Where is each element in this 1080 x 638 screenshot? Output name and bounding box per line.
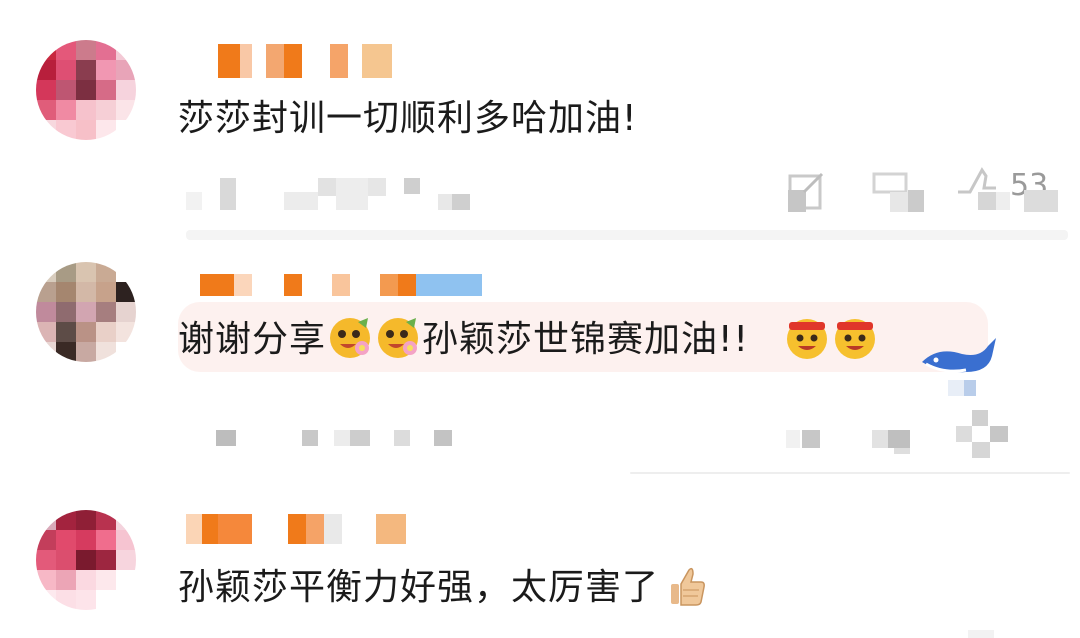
comment-meta-blurred — [186, 178, 486, 210]
cheer-headband-emoji-icon — [785, 316, 829, 360]
comment-2: 谢谢分享 孙颖莎世锦赛加油!! — [0, 240, 1080, 480]
comment-icon[interactable] — [872, 172, 928, 212]
avatar[interactable] — [36, 40, 136, 140]
cheer-headband-emoji-icon — [833, 316, 877, 360]
comment-1: 莎莎封训一切顺利多哈加油! 53 — [0, 0, 1080, 240]
comment-text-main: 孙颖莎平衡力好强，太厉害了 — [178, 567, 660, 608]
avatar[interactable] — [36, 510, 136, 610]
divider — [186, 230, 1068, 240]
share-icon[interactable] — [784, 424, 824, 454]
comment-meta-blurred — [216, 430, 476, 460]
username-blurred[interactable] — [186, 514, 406, 544]
username-blurred[interactable] — [218, 44, 392, 78]
happy-flower-emoji-icon — [376, 316, 420, 360]
comment-text-a: 谢谢分享 — [178, 319, 327, 360]
comment-text: 孙颖莎平衡力好强，太厉害了 — [178, 564, 711, 610]
comment-icon[interactable] — [872, 424, 928, 454]
like-icon[interactable] — [956, 166, 1012, 212]
divider — [630, 472, 1070, 474]
comment-text: 谢谢分享 孙颖莎世锦赛加油!! — [178, 316, 879, 362]
comment-text: 莎莎封训一切顺利多哈加油! — [178, 98, 638, 139]
comment-3: 孙颖莎平衡力好强，太厉害了 — [0, 480, 1080, 638]
comment-text-b: 孙颖莎世锦赛加油!! — [422, 319, 749, 360]
share-icon[interactable] — [788, 172, 824, 212]
like-icon[interactable] — [956, 410, 1016, 460]
avatar[interactable] — [36, 262, 136, 362]
thumbs-up-icon — [665, 564, 709, 608]
happy-flower-emoji-icon — [328, 316, 372, 360]
username-blurred[interactable] — [200, 274, 482, 296]
comment-meta-blurred — [968, 630, 994, 638]
